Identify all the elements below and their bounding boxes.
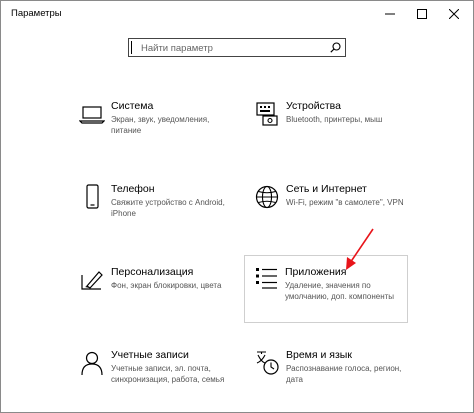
tile-description: Распознавание голоса, регион, дата	[286, 364, 402, 384]
search-box[interactable]: Найти параметр	[128, 38, 346, 57]
tile-title: Учетные записи	[111, 349, 189, 361]
tile-personalization[interactable]: Персонализация Фон, экран блокировки, цв…	[73, 264, 235, 324]
tile-title: Приложения	[285, 266, 347, 278]
tile-title: Сеть и Интернет	[286, 183, 367, 195]
laptop-icon	[79, 106, 105, 124]
clock-language-icon	[256, 351, 279, 375]
title-bar: Параметры	[1, 1, 473, 29]
close-icon	[449, 9, 459, 19]
tile-apps[interactable]: Приложения Удаление, значения по умолчан…	[244, 255, 408, 323]
tile-description: Удаление, значения по умолчанию, доп. ко…	[285, 281, 395, 301]
tile-description: Свяжите устройство с Android, iPhone	[111, 198, 225, 218]
maximize-button[interactable]	[406, 1, 438, 27]
tile-title: Система	[111, 100, 154, 112]
maximize-icon	[417, 9, 427, 19]
person-icon	[81, 351, 103, 376]
tile-phone[interactable]: Телефон Свяжите устройство с Android, iP…	[73, 181, 235, 241]
window-title: Параметры	[11, 8, 62, 19]
tile-system[interactable]: Система Экран, звук, уведомления, питани…	[73, 98, 235, 158]
settings-window: Параметры Найти параметр Система Экран, …	[0, 0, 474, 413]
tile-title: Время и язык	[286, 349, 352, 361]
tile-description: Учетные записи, эл. почта, синхронизация…	[111, 364, 225, 384]
tile-description: Экран, звук, уведомления, питание	[111, 115, 210, 135]
close-button[interactable]	[438, 1, 470, 27]
tile-time-language[interactable]: Время и язык Распознавание голоса, регио…	[248, 347, 410, 407]
minimize-button[interactable]	[374, 1, 406, 27]
tile-description: Bluetooth, принтеры, мыш	[286, 115, 383, 124]
tile-devices[interactable]: Устройства Bluetooth, принтеры, мыш	[248, 98, 410, 158]
minimize-icon	[385, 13, 395, 15]
tile-description: Фон, экран блокировки, цвета	[111, 281, 222, 290]
keyboard-printer-icon	[256, 102, 278, 126]
pen-screen-icon	[81, 271, 103, 290]
globe-icon	[255, 185, 279, 209]
tile-title: Устройства	[286, 100, 341, 112]
tile-title: Персонализация	[111, 266, 194, 278]
search-icon[interactable]	[330, 42, 341, 53]
apps-list-icon	[256, 268, 277, 289]
phone-icon	[86, 184, 99, 209]
tile-title: Телефон	[111, 183, 155, 195]
tile-accounts[interactable]: Учетные записи Учетные записи, эл. почта…	[73, 347, 235, 407]
tile-network[interactable]: Сеть и Интернет Wi-Fi, режим "в самолете…	[248, 181, 410, 241]
search-placeholder: Найти параметр	[141, 43, 213, 54]
search-input[interactable]: Найти параметр	[131, 41, 325, 54]
tile-description: Wi-Fi, режим "в самолете", VPN	[286, 198, 404, 207]
